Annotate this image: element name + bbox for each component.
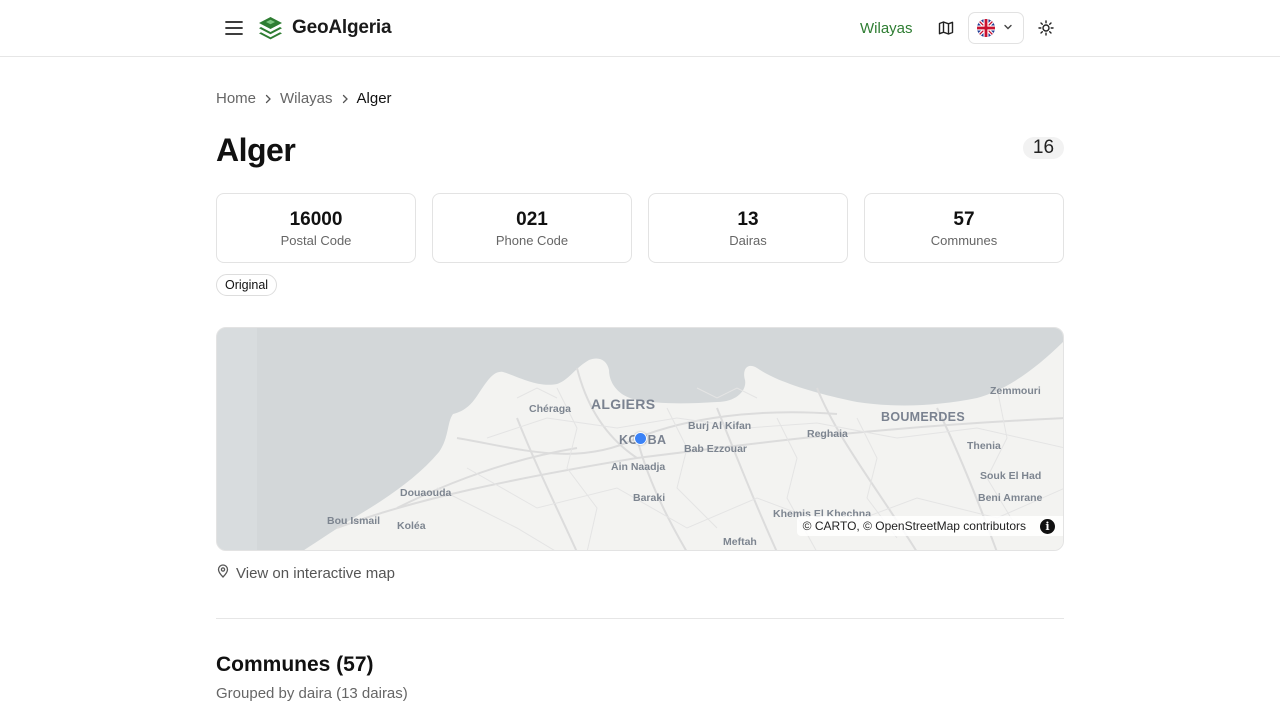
map-label-baraki: Baraki [633,492,666,504]
stat-card-postal-code: 16000 Postal Code [216,193,416,263]
communes-section-title: Communes (57) [216,653,374,676]
section-divider [216,618,1064,619]
breadcrumb-wilayas[interactable]: Wilayas [280,90,333,107]
nav-wilayas-link[interactable]: Wilayas [860,20,913,37]
view-interactive-map-link[interactable]: View on interactive map [216,564,395,582]
stat-card-dairas: 13 Dairas [648,193,848,263]
communes-section-subtitle: Grouped by daira (13 dairas) [216,685,408,702]
stat-card-communes: 57 Communes [864,193,1064,263]
location-marker[interactable] [634,432,647,445]
map-icon[interactable] [934,16,958,40]
language-selector[interactable] [968,12,1024,44]
uk-flag-icon [977,19,995,37]
brand-name[interactable]: GeoAlgeria [292,17,392,39]
breadcrumb-home[interactable]: Home [216,90,256,107]
map-label-zemmouri: Zemmouri [990,385,1041,397]
wilaya-code-badge: 16 [1023,137,1064,159]
map-label-thenia: Thenia [967,440,1001,452]
stat-value: 16000 [289,209,343,230]
chevron-down-icon [1003,19,1013,37]
map-label-kolea: Koléa [397,520,426,532]
map-label-douaouda: Douaouda [400,487,452,499]
map-pin-icon [216,564,230,582]
map-label-ain-naadja: Ain Naadja [611,461,666,473]
menu-icon[interactable] [222,16,246,40]
breadcrumb: Home Wilayas Alger [216,90,392,107]
attribution-text[interactable]: © CARTO, © OpenStreetMap contributors [803,519,1026,533]
map-preview[interactable]: ALGIERS BOUMERDES KOUBA Chéraga Burj Al … [216,327,1064,551]
breadcrumb-current: Alger [356,90,392,107]
map-label-souk-el-had: Souk El Had [980,470,1042,482]
original-tag[interactable]: Original [216,274,278,296]
map-label-bab-ezzouar: Bab Ezzouar [684,443,748,455]
map-link-label: View on interactive map [236,564,395,582]
map-label-boumerdes: BOUMERDES [881,410,965,424]
map-label-meftah: Meftah [723,536,757,548]
chevron-right-icon [341,94,349,104]
map-label-beni-amrane: Beni Amrane [978,492,1043,504]
map-attribution: © CARTO, © OpenStreetMap contributors i [796,516,1063,536]
chevron-right-icon [264,94,272,104]
stat-card-phone-code: 021 Phone Code [432,193,632,263]
map-label-reghaia: Reghaia [807,428,848,440]
stat-label: Phone Code [495,233,569,248]
page-title: Alger [216,132,296,168]
map-label-cheraga: Chéraga [529,403,572,415]
stat-label: Communes [930,233,998,248]
stat-label: Dairas [729,233,767,248]
map-label-bou-ismail: Bou Ismail [327,515,381,527]
layers-logo-icon[interactable] [257,15,284,42]
stat-label: Postal Code [280,233,352,248]
stat-value: 57 [953,209,975,230]
top-navbar: GeoAlgeria Wilayas [0,0,1280,57]
map-label-burj-al-kifan: Burj Al Kifan [688,420,752,432]
stat-value: 021 [516,209,548,230]
stat-value: 13 [737,209,759,230]
map-label-algiers: ALGIERS [591,396,656,412]
info-icon[interactable]: i [1040,518,1055,534]
sun-icon[interactable] [1034,16,1058,40]
